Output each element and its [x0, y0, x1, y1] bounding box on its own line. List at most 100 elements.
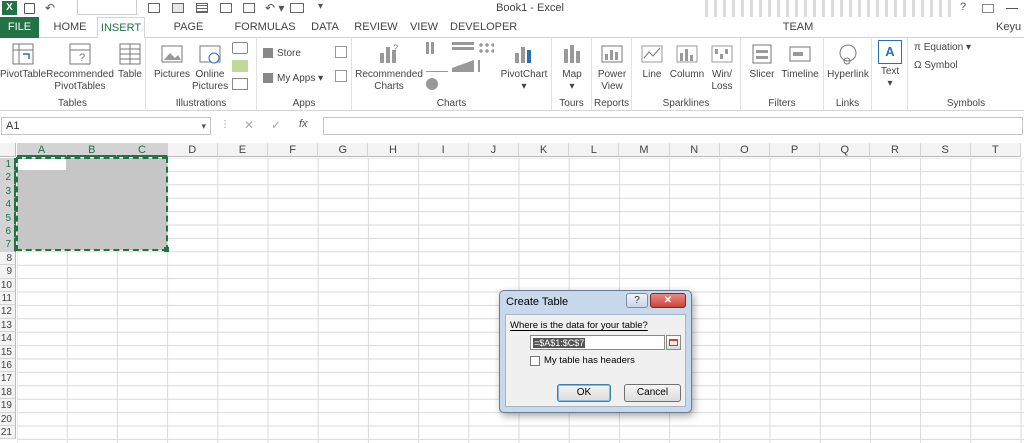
confirm-entry-icon[interactable]: ✓ [271, 118, 281, 132]
column-header-s[interactable]: S [920, 143, 971, 157]
column-header-i[interactable]: I [418, 143, 469, 157]
column-header-f[interactable]: F [268, 143, 319, 157]
tab-home[interactable]: HOME [46, 17, 94, 38]
save-icon[interactable] [24, 3, 35, 14]
column-header-c[interactable]: C [117, 143, 168, 157]
stock-chart-icon[interactable] [478, 60, 494, 72]
row-header-17[interactable]: 17 [0, 372, 16, 386]
dialog-help-button[interactable]: ? [626, 293, 648, 308]
tab-insert[interactable]: INSERT [97, 17, 145, 39]
row-header-10[interactable]: 10 [0, 278, 16, 292]
pictures-button[interactable]: Pictures [152, 41, 192, 81]
screenshot-icon[interactable] [232, 78, 248, 90]
people-graph-icon[interactable] [335, 70, 347, 82]
cancel-button[interactable]: Cancel [624, 384, 681, 402]
row-header-8[interactable]: 8 [0, 251, 16, 266]
tab-page-layout[interactable]: PAGE LAYOUT [151, 17, 226, 53]
column-header-k[interactable]: K [519, 143, 570, 157]
undo-dropdown-icon[interactable]: ↶ ▾ [265, 1, 284, 15]
row-header-14[interactable]: 14 [0, 332, 16, 346]
headers-checkbox-label[interactable]: My table has headers [544, 355, 635, 366]
select-all-corner[interactable] [0, 143, 16, 157]
headers-checkbox[interactable] [530, 356, 540, 366]
tab-data[interactable]: DATA [305, 17, 345, 38]
row-header-12[interactable]: 12 [0, 305, 16, 319]
row-header-19[interactable]: 19 [0, 399, 16, 413]
row-header-6[interactable]: 6 [0, 225, 16, 239]
image-icon[interactable] [243, 3, 255, 13]
column-header-h[interactable]: H [368, 143, 419, 157]
row-header-11[interactable]: 11 [0, 292, 16, 306]
ribbon-display-icon[interactable] [982, 4, 994, 13]
row-header-16[interactable]: 16 [0, 359, 16, 373]
row-header-4[interactable]: 4 [0, 198, 16, 212]
column-header-g[interactable]: G [318, 143, 369, 157]
slicer-button[interactable]: Slicer [745, 41, 779, 81]
column-header-t[interactable]: T [970, 143, 1021, 157]
line-chart-icon[interactable] [426, 60, 448, 72]
recommended-charts-button[interactable]: ? Recommended Charts [354, 41, 424, 93]
scatter-chart-icon[interactable] [478, 42, 494, 54]
row-header-21[interactable]: 21 [0, 426, 16, 440]
customize-dropdown-icon[interactable]: ▾ [318, 1, 323, 12]
tab-review[interactable]: REVIEW [353, 17, 399, 38]
undo-icon[interactable]: ↶ [45, 1, 55, 15]
text-button[interactable]: A Text ▾ [876, 40, 904, 90]
shapes-icon[interactable] [232, 42, 248, 54]
grid-icon[interactable] [196, 3, 208, 13]
power-view-button[interactable]: Power View [594, 41, 630, 93]
row-header-7[interactable]: 7 [0, 238, 16, 252]
pie-chart-icon[interactable] [426, 78, 438, 90]
bing-maps-icon[interactable] [335, 46, 347, 58]
name-box-dropdown-icon[interactable]: ▾ [201, 118, 206, 134]
column-header-m[interactable]: M [619, 143, 670, 157]
store-button[interactable]: Store [263, 48, 343, 59]
format-icon[interactable] [172, 3, 184, 13]
symbol-button[interactable]: Ω Symbol [914, 60, 958, 71]
row-header-20[interactable]: 20 [0, 412, 16, 426]
sparkline-line-button[interactable]: Line [636, 41, 668, 81]
dialog-close-button[interactable]: ✕ [650, 293, 686, 308]
name-box[interactable]: A1 ▾ [1, 117, 211, 135]
row-header-18[interactable]: 18 [0, 385, 16, 400]
column-header-l[interactable]: L [569, 143, 620, 157]
formula-input[interactable] [323, 117, 1023, 135]
hyperlink-button[interactable]: Hyperlink [826, 41, 870, 81]
insert-function-button[interactable]: fx [299, 118, 308, 130]
tab-formulas[interactable]: FORMULAS [233, 17, 297, 38]
online-pictures-button[interactable]: Online Pictures [192, 41, 228, 93]
sparkline-winloss-button[interactable]: Win/ Loss [706, 41, 738, 93]
area-chart-icon[interactable] [452, 60, 474, 72]
timeline-button[interactable]: Timeline [779, 41, 821, 81]
print-icon[interactable] [290, 3, 304, 13]
collapse-dialog-icon[interactable] [666, 335, 681, 350]
column-chart-icon[interactable] [426, 42, 448, 54]
map-button[interactable]: Map ▾ [554, 41, 590, 93]
row-header-13[interactable]: 13 [0, 318, 16, 333]
row-header-15[interactable]: 15 [0, 345, 16, 359]
cancel-entry-icon[interactable]: ✕ [244, 118, 254, 132]
pivotchart-button[interactable]: PivotChart ▾ [498, 41, 550, 93]
ok-button[interactable]: OK [557, 384, 611, 402]
smartart-icon[interactable] [232, 60, 248, 72]
column-header-e[interactable]: E [217, 143, 268, 157]
sparkline-column-button[interactable]: Column [668, 41, 706, 81]
tab-file[interactable]: FILE [0, 17, 39, 38]
account-name[interactable]: Keyu [996, 17, 1024, 38]
equation-button[interactable]: π Equation ▾ [914, 42, 971, 53]
row-header-5[interactable]: 5 [0, 211, 16, 225]
insert-table-icon[interactable] [220, 3, 232, 13]
column-header-r[interactable]: R [870, 143, 921, 157]
row-header-2[interactable]: 2 [0, 171, 16, 185]
tab-developer[interactable]: DEVELOPER [450, 17, 517, 38]
range-input[interactable]: =$A$1:$C$7 [530, 335, 665, 350]
column-header-a[interactable]: A [17, 143, 68, 157]
table-icon[interactable] [148, 3, 160, 13]
fill-handle[interactable] [164, 247, 169, 252]
column-header-o[interactable]: O [719, 143, 770, 157]
help-icon[interactable]: ? [960, 1, 966, 13]
my-apps-button[interactable]: My Apps ▾ [263, 73, 343, 84]
recommended-pivottables-button[interactable]: ? Recommended PivotTables [46, 41, 114, 93]
column-header-q[interactable]: Q [820, 143, 871, 157]
row-header-3[interactable]: 3 [0, 184, 16, 199]
